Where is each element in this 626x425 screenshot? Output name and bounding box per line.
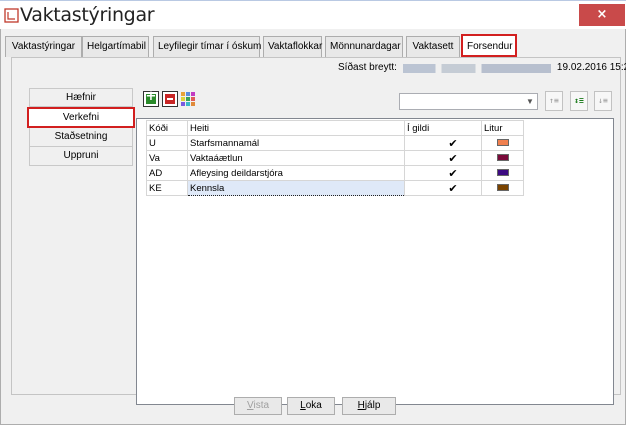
sidebar-item-verkefni[interactable]: Verkefni <box>27 107 135 128</box>
column-header-code[interactable]: Kóði <box>146 120 188 136</box>
close-window-button[interactable]: × <box>579 4 625 26</box>
tab-leyfilegir-timar[interactable]: Leyfilegir tímar í óskum <box>153 36 261 57</box>
dialog-body: Vaktastýringar Helgartímabil Leyfilegir … <box>0 29 626 425</box>
sort-ascending-icon[interactable]: ↑≡ <box>545 91 563 111</box>
window-title: Vaktastýringar <box>20 4 155 26</box>
cell-code[interactable]: U <box>146 135 188 151</box>
column-header-color[interactable]: Litur <box>481 120 524 136</box>
tab-forsendur[interactable]: Forsendur <box>461 34 517 57</box>
help-button-label: jálp <box>364 400 381 411</box>
save-button[interactable]: Vista <box>234 397 282 415</box>
cell-color[interactable] <box>481 135 524 151</box>
valid-checkbox[interactable]: ✔ <box>404 150 482 166</box>
cell-code[interactable]: KE <box>146 180 188 196</box>
category-sidebar: Hæfnir Verkefni Staðsetning Uppruni <box>27 88 135 166</box>
color-swatch <box>497 184 509 192</box>
valid-checkbox[interactable]: ✔ <box>404 135 482 151</box>
table-row-selected[interactable]: KE Kennsla ✔ <box>146 180 524 196</box>
cell-code[interactable]: AD <box>146 165 188 181</box>
table-header-row: Kóði Heiti Í gildi Litur <box>146 120 524 136</box>
filter-combobox[interactable] <box>399 93 525 110</box>
sidebar-item-stadsetning[interactable]: Staðsetning <box>29 128 133 147</box>
close-button-label: oka <box>305 400 322 411</box>
table-row[interactable]: AD Afleysing deildarstjóra ✔ <box>146 165 524 181</box>
title-bar: Vaktastýringar × <box>0 0 626 29</box>
sidebar-item-uppruni[interactable]: Uppruni <box>29 147 133 166</box>
sort-apply-icon[interactable]: ↕≡ <box>570 91 588 111</box>
valid-checkbox[interactable]: ✔ <box>404 180 482 196</box>
color-swatch <box>497 169 509 177</box>
cell-name[interactable]: Vaktaáætlun <box>187 150 405 166</box>
cell-color[interactable] <box>481 180 524 196</box>
chevron-down-icon[interactable]: ▼ <box>523 93 538 110</box>
calendar-clock-icon <box>4 8 19 23</box>
cell-name[interactable]: Starfsmannamál <box>187 135 405 151</box>
tab-vaktaflokkar[interactable]: Vaktaflokkar <box>263 36 322 57</box>
last-changed-date: 19.02.2016 15:27 <box>556 62 626 73</box>
tab-vaktastyringar[interactable]: Vaktastýringar <box>5 36 82 57</box>
tab-monnunardagar[interactable]: Mönnunardagar <box>325 36 403 57</box>
sort-descending-icon[interactable]: ↓≡ <box>594 91 612 111</box>
tasks-table: Kóði Heiti Í gildi Litur U Starfsmannamá… <box>146 120 524 196</box>
color-swatch <box>497 154 509 162</box>
cell-code[interactable]: Va <box>146 150 188 166</box>
column-header-name[interactable]: Heiti <box>187 120 405 136</box>
tab-vaktasett[interactable]: Vaktasett <box>406 36 460 57</box>
cell-color[interactable] <box>481 150 524 166</box>
last-changed: Síðast breytt: 19.02.2016 15:27 <box>338 62 626 76</box>
redacted-user-name <box>402 64 551 73</box>
help-button[interactable]: Hjálp <box>342 397 396 415</box>
cell-color[interactable] <box>481 165 524 181</box>
table-row[interactable]: Va Vaktaáætlun ✔ <box>146 150 524 166</box>
column-chooser-icon[interactable] <box>180 91 196 107</box>
valid-checkbox[interactable]: ✔ <box>404 165 482 181</box>
remove-row-button[interactable] <box>162 91 178 107</box>
tasks-grid[interactable]: Kóði Heiti Í gildi Litur U Starfsmannamá… <box>136 118 614 405</box>
save-button-label: ista <box>253 400 270 411</box>
table-row[interactable]: U Starfsmannamál ✔ <box>146 135 524 151</box>
tab-helgartimabil[interactable]: Helgartímabil <box>82 36 149 57</box>
cell-name-editing[interactable]: Kennsla <box>187 180 405 196</box>
tab-panel-forsendur: Síðast breytt: 19.02.2016 15:27 Hæfnir Ve… <box>11 57 626 405</box>
sidebar-item-haefnir[interactable]: Hæfnir <box>29 88 133 107</box>
add-row-button[interactable] <box>143 89 159 107</box>
column-header-valid[interactable]: Í gildi <box>404 120 482 136</box>
color-swatch <box>497 139 509 147</box>
help-button-mnemonic: H <box>357 400 365 411</box>
cell-name[interactable]: Afleysing deildarstjóra <box>187 165 405 181</box>
close-button[interactable]: Loka <box>287 397 335 415</box>
last-changed-label: Síðast breytt: <box>338 62 397 73</box>
